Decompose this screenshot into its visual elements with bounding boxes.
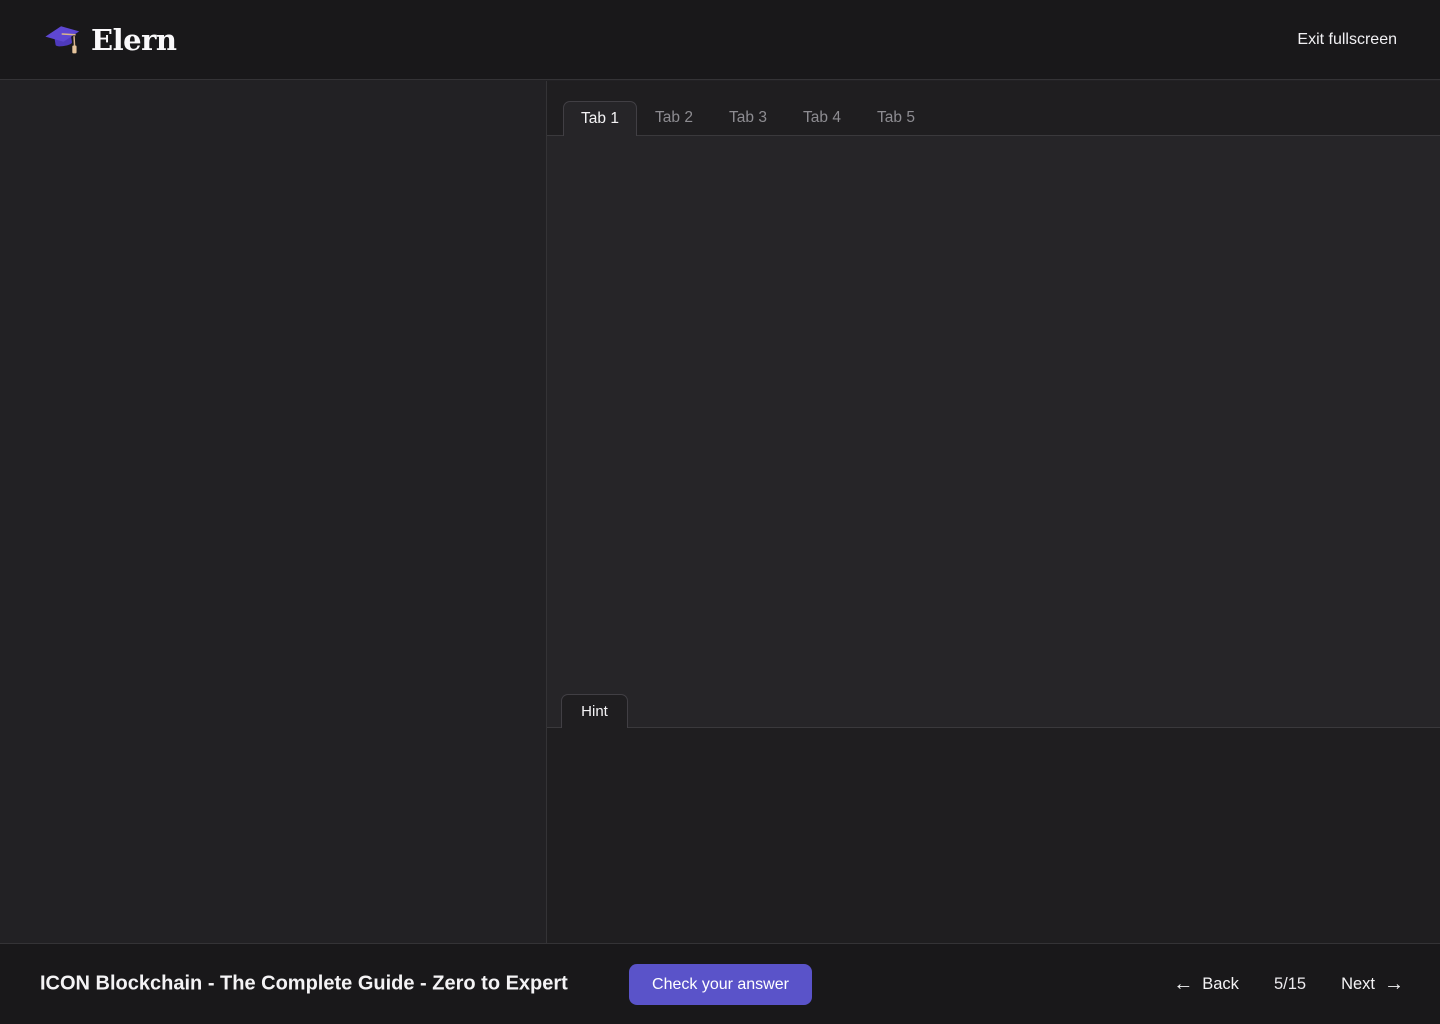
course-title: ICON Blockchain - The Complete Guide - Z…	[40, 973, 568, 996]
app-logo[interactable]: Elern	[44, 23, 176, 57]
next-button-label: Next	[1341, 975, 1375, 994]
pager-controls: ← Back 5/15 Next →	[1173, 944, 1404, 1024]
arrow-right-icon: →	[1384, 974, 1404, 994]
hint-tab[interactable]: Hint	[561, 694, 628, 728]
app-header: Elern Exit fullscreen	[0, 0, 1440, 80]
right-panel: Tab 1 Tab 2 Tab 3 Tab 4 Tab 5 Hint	[546, 81, 1440, 943]
tab-4[interactable]: Tab 4	[785, 101, 859, 135]
tab-2[interactable]: Tab 2	[637, 101, 711, 135]
back-button-label: Back	[1202, 975, 1239, 994]
next-button[interactable]: Next →	[1341, 974, 1404, 994]
tab-content-area: Hint	[547, 136, 1440, 728]
hint-content-area	[547, 728, 1440, 943]
back-button[interactable]: ← Back	[1173, 974, 1239, 994]
progress-indicator: 5/15	[1274, 975, 1306, 994]
logo-text: Elern	[91, 23, 176, 57]
exit-fullscreen-button[interactable]: Exit fullscreen	[1297, 31, 1397, 49]
left-workspace-panel	[0, 81, 546, 943]
tab-5[interactable]: Tab 5	[859, 101, 933, 135]
tab-1[interactable]: Tab 1	[563, 101, 637, 136]
graduation-cap-icon	[44, 24, 81, 56]
check-answer-button[interactable]: Check your answer	[629, 964, 812, 1005]
footer-bar: ICON Blockchain - The Complete Guide - Z…	[0, 943, 1440, 1024]
tab-bar: Tab 1 Tab 2 Tab 3 Tab 4 Tab 5	[547, 81, 1440, 136]
arrow-left-icon: ←	[1173, 974, 1193, 994]
tab-3[interactable]: Tab 3	[711, 101, 785, 135]
